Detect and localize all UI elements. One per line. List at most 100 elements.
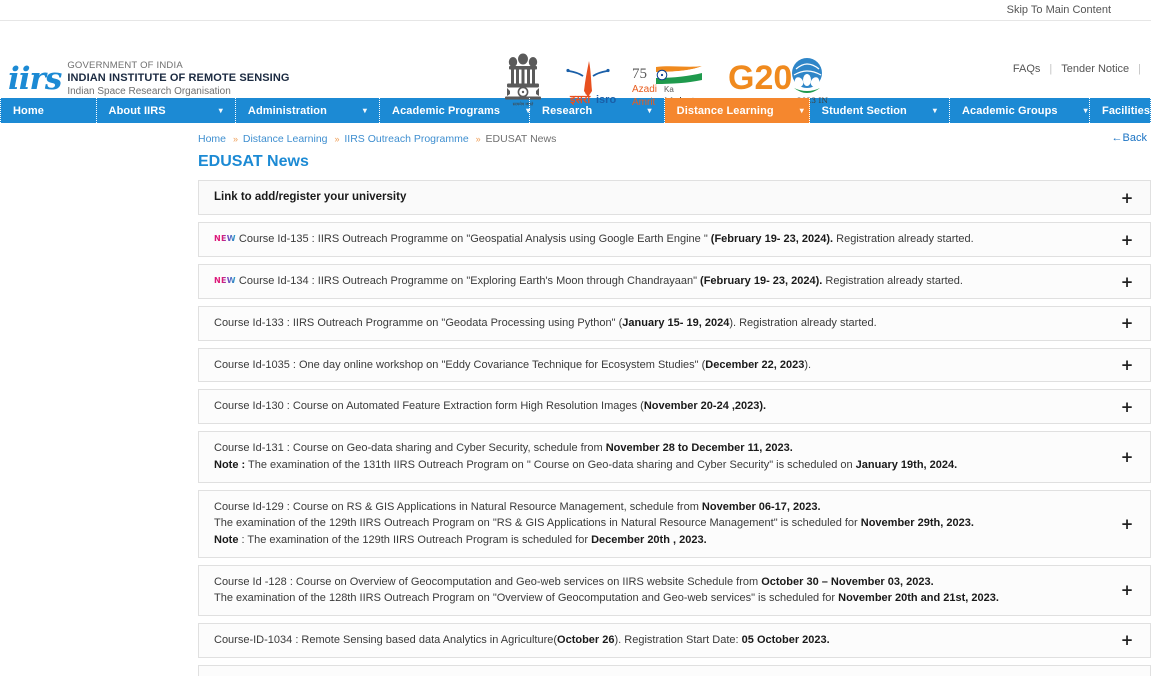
accordion-row-line: The examination of the 128th IIRS Outrea… [214, 590, 1094, 607]
accordion-text-segment: Link to add/register your university [214, 191, 407, 203]
g20-text: G20 [728, 59, 792, 97]
breadcrumb-arrow-2: » [334, 134, 340, 144]
accordion-text-emphasis: November 20th and 21st, 2023. [838, 592, 999, 605]
back-link[interactable]: ←Back [1112, 132, 1147, 144]
brand-line-government: GOVERNMENT OF INDIA [67, 60, 183, 71]
accordion-text-emphasis: January 19th, 2024. [855, 458, 958, 471]
faqs-link[interactable]: FAQs [1004, 63, 1050, 75]
accordion-row-line: Note : The examination of the 131th IIRS… [214, 457, 1094, 474]
accordion-text-segment: The examination of the 128th IIRS Outrea… [214, 592, 839, 605]
accordion-expand-plus-icon[interactable]: + [1104, 307, 1150, 340]
chevron-down-icon: ▾ [932, 106, 938, 115]
accordion-row-text: Course Id-130 : Course on Automated Feat… [199, 390, 1104, 423]
accordion-expand-plus-icon[interactable]: + [1104, 223, 1150, 256]
breadcrumb-home[interactable]: Home [198, 133, 226, 145]
accordion-text-emphasis: January 15- 19, 2024 [622, 316, 730, 329]
accordion-expand-plus-icon[interactable]: + [1104, 265, 1150, 298]
nav-item-facilities[interactable]: Facilities [1090, 98, 1151, 123]
utility-topbar: Skip To Main Content [0, 0, 1151, 21]
accordion-text-segment: Course Id-129 : Course on RS & GIS Appli… [214, 500, 702, 513]
new-badge-icon: NEW [214, 233, 236, 245]
skip-to-main-content-link[interactable]: Skip To Main Content [1007, 4, 1111, 16]
accordion-text-segment: Course Id-134 : IIRS Outreach Programme … [238, 275, 701, 288]
accordion-row-text: Link to add/register your university [199, 181, 1104, 214]
accordion-row-text: Course Id -128 : Course on Overview of G… [199, 566, 1104, 615]
accordion-expand-plus-icon[interactable]: + [1104, 432, 1150, 481]
breadcrumb-arrow-3: » [475, 134, 481, 144]
nav-label-academic-groups: Academic Groups [962, 104, 1058, 117]
accordion-row-line: Note : The examination of the 129th IIRS… [214, 532, 1094, 549]
accordion-text-emphasis: October 26 [557, 634, 615, 647]
site-branding[interactable]: iirs GOVERNMENT OF INDIA INDIAN INSTITUT… [8, 60, 290, 98]
accordion-text-emphasis: October 30 – November 03, 2023. [761, 575, 934, 588]
accordion-text-segment: Course Id -128 : Course on Overview of G… [214, 575, 762, 588]
accordion-row[interactable]: Course Id-130 : Course on Automated Feat… [198, 389, 1151, 425]
accordion-row[interactable]: Course Id -128 : Course on Overview of G… [198, 564, 1151, 617]
nav-label-facilities: Facilities [1102, 104, 1151, 117]
accordion-row-text: NEW Course Id-135 : IIRS Outreach Program… [199, 223, 1104, 256]
accordion-text-segment: Registration already started. [822, 275, 963, 288]
back-label: Back [1122, 132, 1147, 144]
accordion-row[interactable]: Course Id-131 : Course on Geo-data shari… [198, 431, 1151, 483]
accordion-text-emphasis: November 20-24 ,2023). [643, 400, 767, 413]
accordion-row[interactable]: Course Id-1035 : One day online workshop… [198, 347, 1151, 383]
accordion-row-line: The examination of the 129th IIRS Outrea… [214, 515, 1094, 532]
chevron-down-icon: ▾ [526, 106, 531, 115]
accordion-row-text: Course Id-133 : IIRS Outreach Programme … [199, 307, 1104, 340]
nav-item-research[interactable]: Research ▾ [530, 98, 665, 123]
accordion-text-emphasis: (February 19- 23, 2024). [700, 275, 823, 288]
nav-item-about-iirs[interactable]: About IIRS ▾ [97, 98, 236, 123]
chevron-down-icon: ▾ [647, 106, 652, 115]
accordion-text-segment: Course Id-133 : IIRS Outreach Programme … [214, 316, 623, 329]
accordion-row-line: Course Id-133 : IIRS Outreach Programme … [214, 315, 1094, 332]
nav-item-home[interactable]: Home [0, 98, 97, 123]
accordion-row[interactable]: Course-ID-1034 : Remote Sensing based da… [198, 623, 1151, 658]
accordion-row[interactable]: Course Id-133 : IIRS Outreach Programme … [198, 305, 1151, 341]
breadcrumb-distance-learning[interactable]: Distance Learning [243, 133, 328, 145]
accordion-text-emphasis: (February 19- 23, 2024). [710, 233, 834, 246]
azadi-word: Azadi [632, 84, 657, 95]
new-badge-icon: NEW [214, 275, 236, 287]
accordion-text-segment: The examination of the 131th IIRS Outrea… [245, 458, 856, 471]
accordion-expand-plus-icon[interactable]: + [1104, 666, 1150, 676]
accordion-row[interactable]: Course-ID-1036 : One day workshop on "Mo… [198, 664, 1151, 676]
nav-item-academic-programs[interactable]: Academic Programs ▾ [380, 98, 530, 123]
accordion-expand-plus-icon[interactable]: + [1104, 349, 1150, 382]
accordion-row-line: Course Id-131 : Course on Geo-data shari… [214, 440, 1094, 457]
accordion-row[interactable]: Course Id-129 : Course on RS & GIS Appli… [198, 489, 1151, 558]
accordion-text-segment: The examination of the 129th IIRS Outrea… [214, 517, 861, 530]
accordion-expand-plus-icon[interactable]: + [1104, 624, 1150, 657]
nav-item-student-section[interactable]: Student Section ▾ [810, 98, 951, 123]
accordion-row-line: Course Id-1035 : One day online workshop… [214, 357, 1094, 374]
nav-label-academic-programs: Academic Programs [392, 104, 501, 117]
accordion-row-line: Course-ID-1034 : Remote Sensing based da… [214, 632, 1094, 649]
accordion-text-segment: ). Registration already started. [729, 316, 877, 329]
accordion-text-emphasis: Note [214, 533, 239, 546]
accordion-row[interactable]: Link to add/register your university + [198, 180, 1151, 216]
accordion-expand-plus-icon[interactable]: + [1104, 491, 1150, 557]
accordion-expand-plus-icon[interactable]: + [1104, 181, 1150, 214]
nav-label-home: Home [13, 104, 44, 117]
back-arrow-icon: ← [1111, 132, 1123, 144]
iirs-logo: iirs [8, 60, 62, 97]
breadcrumb: Home » Distance Learning » IIRS Outreach… [198, 133, 1151, 145]
azadi-ka-word: Ka [664, 85, 674, 94]
breadcrumb-iirs-outreach-programme[interactable]: IIRS Outreach Programme [344, 133, 468, 145]
nav-item-academic-groups[interactable]: Academic Groups ▾ [950, 98, 1091, 123]
accordion-text-segment: Course Id-135 : IIRS Outreach Programme … [238, 233, 711, 246]
brand-line-institute: INDIAN INSTITUTE OF REMOTE SENSING [67, 71, 290, 84]
accordion-row-text: Course Id-131 : Course on Geo-data shari… [199, 432, 1104, 481]
accordion-expand-plus-icon[interactable]: + [1104, 566, 1150, 615]
accordion-expand-plus-icon[interactable]: + [1104, 390, 1150, 423]
accordion-row-text: Course-ID-1036 : One day workshop on "Mo… [199, 666, 1104, 676]
accordion-text-emphasis: December 22, 2023 [705, 358, 805, 371]
accordion-text-emphasis: December 20th , 2023. [591, 533, 707, 546]
tender-notice-link[interactable]: Tender Notice [1052, 63, 1138, 75]
accordion-text-emphasis: Note : [214, 458, 246, 471]
nav-item-distance-learning[interactable]: Distance Learning ▾ [664, 98, 810, 123]
accordion-text-segment: Course Id-130 : Course on Automated Feat… [214, 400, 644, 413]
accordion-row[interactable]: NEW Course Id-135 : IIRS Outreach Program… [198, 222, 1151, 258]
accordion-row[interactable]: NEW Course Id-134 : IIRS Outreach Program… [198, 264, 1151, 299]
nav-item-administration[interactable]: Administration ▾ [236, 98, 381, 123]
nav-label-about-iirs: About IIRS [108, 104, 166, 117]
